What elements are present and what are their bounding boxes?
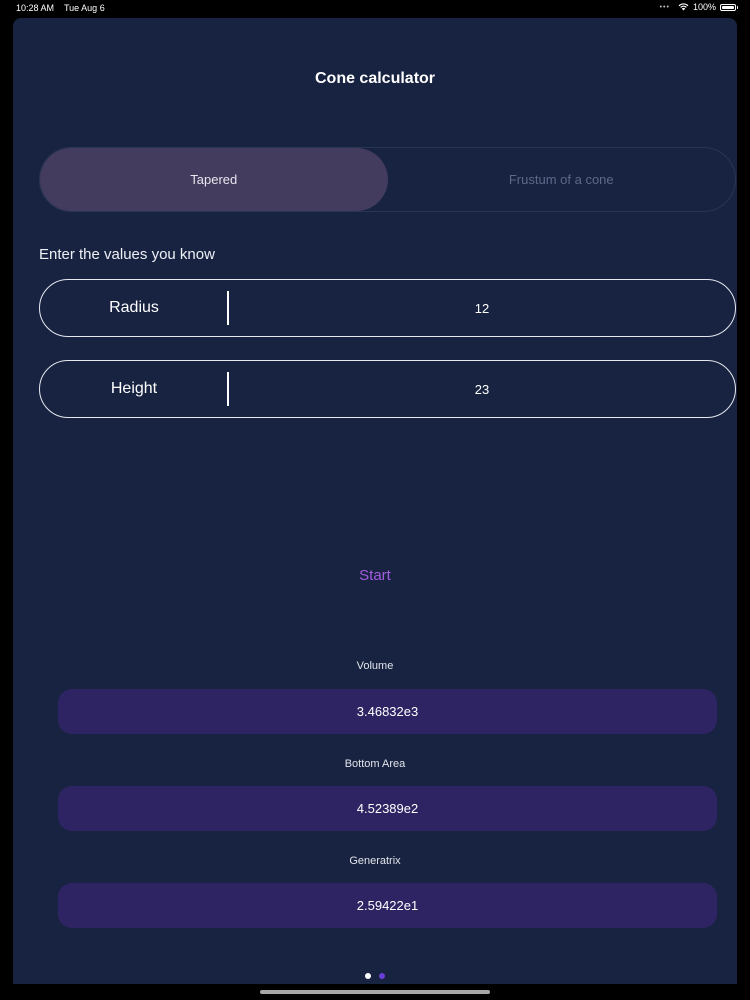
- battery-icon: [720, 3, 738, 11]
- segment-frustum[interactable]: Frustum of a cone: [388, 148, 736, 211]
- input-prompt: Enter the values you know: [39, 246, 215, 263]
- bottom-area-label: Bottom Area: [344, 758, 406, 770]
- generatrix-label: Generatrix: [349, 855, 401, 867]
- page-title: Cone calculator: [314, 70, 436, 87]
- page-dot-current[interactable]: [365, 973, 371, 979]
- volume-label: Volume: [356, 660, 394, 672]
- radius-label: Radius: [109, 299, 159, 316]
- page-dot-next[interactable]: [379, 973, 385, 979]
- segment-tapered[interactable]: Tapered: [40, 148, 388, 211]
- height-input[interactable]: 23: [229, 361, 735, 417]
- bottom-area-result: 4.52389e2: [58, 786, 717, 831]
- calculator-panel: Cone calculator Tapered Frustum of a con…: [13, 18, 737, 984]
- height-label: Height: [110, 380, 158, 397]
- screen: 10:28 AM Tue Aug 6 ••• 100% Cone calcula…: [0, 0, 750, 1000]
- multitasking-dots-icon[interactable]: •••: [660, 4, 670, 11]
- status-time: 10:28 AM: [16, 3, 55, 13]
- cone-type-segmented-control: Tapered Frustum of a cone: [39, 147, 736, 212]
- start-button[interactable]: Start: [13, 567, 737, 584]
- home-indicator[interactable]: [260, 990, 490, 994]
- status-indicators: ••• 100%: [660, 2, 738, 12]
- status-date: Tue Aug 6: [64, 3, 105, 13]
- wifi-icon: [678, 3, 689, 11]
- battery-percentage: 100%: [692, 2, 716, 12]
- volume-result: 3.46832e3: [58, 689, 717, 734]
- status-bar: 10:28 AM Tue Aug 6 ••• 100%: [0, 0, 750, 16]
- radius-field[interactable]: Radius 12: [39, 279, 736, 337]
- page-indicator[interactable]: [0, 973, 750, 979]
- height-field[interactable]: Height 23: [39, 360, 736, 418]
- radius-input[interactable]: 12: [229, 280, 735, 336]
- generatrix-result: 2.59422e1: [58, 883, 717, 928]
